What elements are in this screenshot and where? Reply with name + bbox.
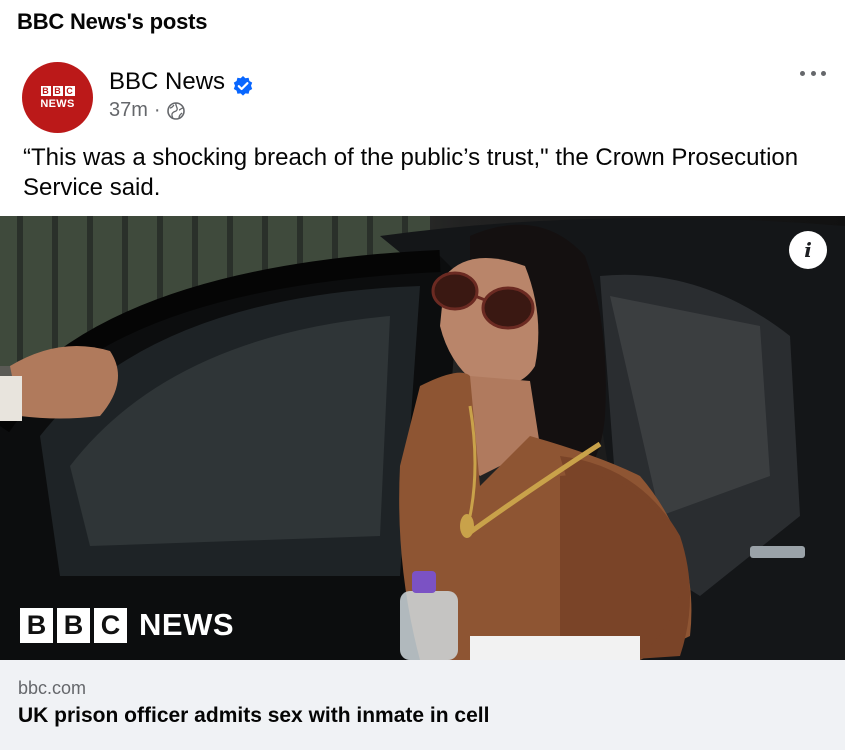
- photo-illustration: [0, 216, 845, 660]
- link-preview-card[interactable]: bbc.com UK prison officer admits sex wit…: [0, 660, 845, 750]
- verified-badge-icon: [233, 76, 253, 96]
- bbc-news-watermark: B B C NEWS: [20, 607, 234, 643]
- more-options-button[interactable]: [800, 66, 826, 80]
- avatar-block-3: C: [64, 85, 75, 96]
- page-name-link[interactable]: BBC News: [109, 68, 225, 96]
- post-meta: 37m ·: [109, 99, 185, 122]
- post-header: B B C NEWS BBC News 37m ·: [22, 62, 822, 133]
- page-avatar[interactable]: B B C NEWS: [22, 62, 93, 133]
- watermark-word: NEWS: [139, 607, 234, 642]
- info-icon[interactable]: i: [789, 231, 827, 269]
- post-text: “This was a shocking breach of the publi…: [23, 144, 799, 201]
- post-timestamp[interactable]: 37m: [109, 99, 148, 122]
- more-options-icon: [800, 70, 805, 76]
- avatar-block-2: B: [52, 85, 63, 96]
- meta-separator: ·: [153, 99, 161, 121]
- avatar-block-1: B: [40, 85, 51, 96]
- avatar-logo-blocks: B B C: [40, 85, 75, 96]
- watermark-block-3: C: [94, 607, 127, 643]
- more-options-icon-dot-3: [821, 70, 826, 76]
- link-title[interactable]: UK prison officer admits sex with inmate…: [18, 704, 489, 728]
- avatar-logo-word: NEWS: [40, 97, 75, 110]
- post-image[interactable]: [0, 216, 845, 660]
- globe-icon: [166, 101, 185, 120]
- section-title: BBC News's posts: [17, 9, 208, 34]
- more-options-icon-dot-2: [810, 70, 816, 76]
- watermark-block-2: B: [57, 607, 90, 643]
- link-domain: bbc.com: [18, 678, 87, 698]
- watermark-block-1: B: [20, 607, 53, 643]
